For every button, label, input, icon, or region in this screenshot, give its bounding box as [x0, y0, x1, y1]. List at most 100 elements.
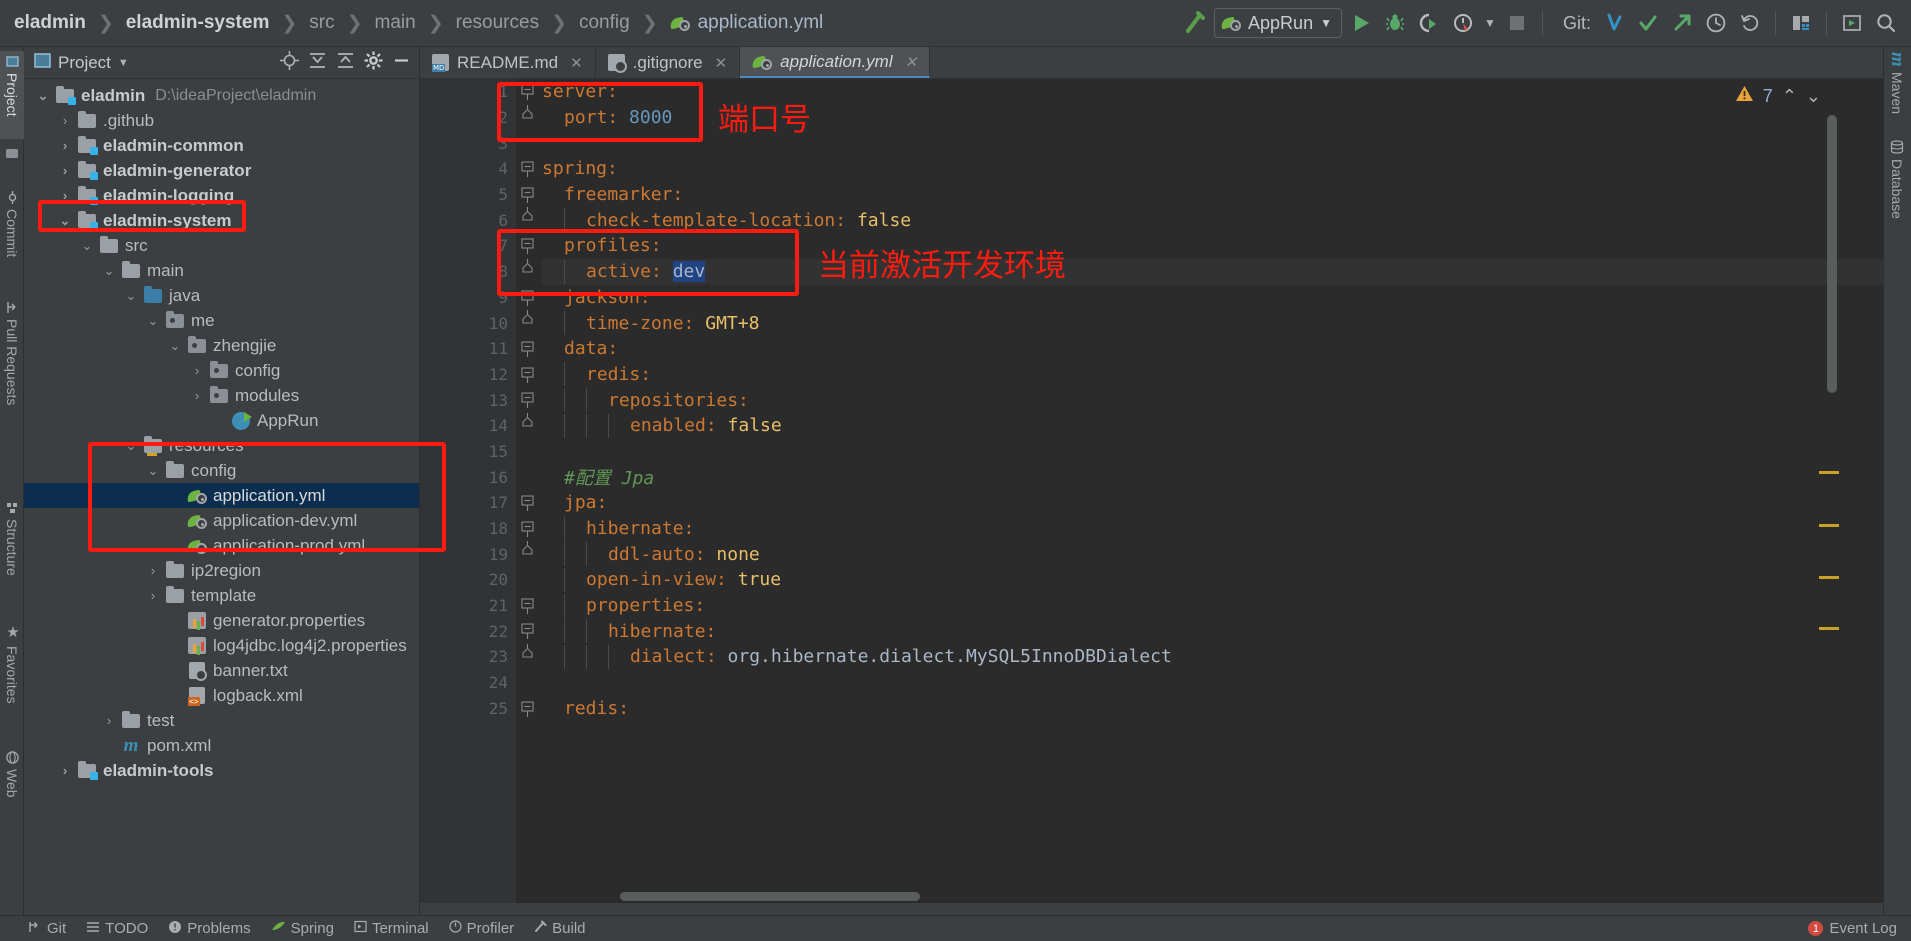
- tree-node-resources[interactable]: ⌄ resources: [24, 433, 419, 458]
- close-icon[interactable]: ✕: [570, 54, 583, 72]
- fold-marker[interactable]: [516, 310, 542, 336]
- warning-marker[interactable]: [1819, 524, 1839, 527]
- fold-marker[interactable]: [516, 79, 542, 105]
- status-terminal[interactable]: Terminal: [354, 920, 429, 937]
- collapse-all-icon[interactable]: [336, 51, 355, 75]
- code-line[interactable]: [542, 670, 1883, 696]
- tree-node-template[interactable]: › template: [24, 583, 419, 608]
- code-line[interactable]: time-zone: GMT+8: [542, 310, 1883, 336]
- fold-marker[interactable]: [516, 644, 542, 670]
- breadcrumb-item-resources[interactable]: resources: [454, 12, 541, 34]
- code-line[interactable]: active: dev: [542, 258, 1883, 285]
- settings-gear-icon[interactable]: [364, 51, 383, 75]
- code-line[interactable]: jackson:: [542, 285, 1883, 311]
- chevron-down-icon[interactable]: ⌄: [120, 438, 142, 454]
- fold-marker[interactable]: [516, 362, 542, 388]
- history-icon[interactable]: [1701, 8, 1731, 38]
- status-build[interactable]: Build: [534, 920, 586, 937]
- chevron-right-icon[interactable]: ›: [54, 163, 76, 178]
- tab-application-yml[interactable]: application.yml ✕: [740, 47, 931, 78]
- chevron-right-icon[interactable]: ›: [186, 363, 208, 378]
- tab-readme-md[interactable]: README.md ✕: [420, 47, 596, 78]
- status-profiler[interactable]: Profiler: [449, 920, 514, 937]
- tree-node-eladmin-common[interactable]: › eladmin-common: [24, 133, 419, 158]
- fold-marker[interactable]: [516, 285, 542, 311]
- fold-marker[interactable]: [516, 336, 542, 362]
- code-line[interactable]: spring:: [542, 156, 1883, 182]
- chevron-down-icon[interactable]: ▼: [1482, 8, 1498, 38]
- code-line[interactable]: dialect: org.hibernate.dialect.MySQL5Inn…: [542, 644, 1883, 670]
- tree-node-config[interactable]: ⌄ config: [24, 458, 419, 483]
- tree-node-logback-xml[interactable]: logback.xml: [24, 683, 419, 708]
- code-line[interactable]: enabled: false: [542, 413, 1883, 439]
- fold-marker[interactable]: [516, 490, 542, 516]
- fold-marker[interactable]: [516, 387, 542, 413]
- code-line[interactable]: freemarker:: [542, 182, 1883, 208]
- chevron-down-icon[interactable]: ⌄: [142, 313, 164, 329]
- fold-marker[interactable]: [516, 696, 542, 722]
- breadcrumb-item-module[interactable]: eladmin-system: [124, 12, 272, 34]
- run-with-coverage-icon[interactable]: [1414, 8, 1444, 38]
- tree-node-log4jdbc-log4j2-properties[interactable]: log4jdbc.log4j2.properties: [24, 633, 419, 658]
- tree-node-eladmin-logging[interactable]: › eladmin-logging: [24, 183, 419, 208]
- breadcrumb-item-project[interactable]: eladmin: [12, 12, 88, 34]
- tree-node-apprun[interactable]: AppRun: [24, 408, 419, 433]
- rollback-icon[interactable]: [1735, 8, 1765, 38]
- sidebar-item-structure[interactable]: Structure: [0, 497, 24, 607]
- sidebar-item-pull-requests[interactable]: Pull Requests: [0, 297, 24, 437]
- chevron-right-icon[interactable]: ›: [142, 563, 164, 578]
- locate-icon[interactable]: [280, 50, 299, 75]
- warning-marker[interactable]: [1819, 471, 1839, 474]
- chevron-down-icon[interactable]: ⌄: [54, 213, 76, 229]
- code-line[interactable]: jpa:: [542, 490, 1883, 516]
- close-icon[interactable]: ✕: [715, 54, 728, 72]
- chevron-down-icon[interactable]: ⌄: [76, 238, 98, 254]
- tree-node-zhengjie[interactable]: ⌄ zhengjie: [24, 333, 419, 358]
- fold-marker[interactable]: [516, 207, 542, 233]
- sidebar-item-commit[interactable]: Commit: [0, 187, 24, 283]
- chevron-right-icon[interactable]: ›: [142, 588, 164, 603]
- minimize-icon[interactable]: [392, 51, 411, 75]
- fold-marker[interactable]: [516, 593, 542, 619]
- status-todo[interactable]: TODO: [86, 920, 148, 938]
- chevron-right-icon[interactable]: ›: [98, 713, 120, 728]
- tree-node-pom-xml[interactable]: m pom.xml: [24, 733, 419, 758]
- warning-marker[interactable]: [1819, 576, 1839, 579]
- code-line[interactable]: data:: [542, 336, 1883, 362]
- debug-icon[interactable]: [1380, 8, 1410, 38]
- code-line[interactable]: repositories:: [542, 387, 1883, 413]
- code-editor[interactable]: 1 2 3 4 5 6 7 8 9 10 11 12 13 14 15 16 17 18 19 20 21 22 23 24 2…: [420, 79, 1883, 941]
- tree-node-eladmin-tools[interactable]: › eladmin-tools: [24, 758, 419, 783]
- sidebar-item-modules[interactable]: [0, 143, 24, 181]
- breadcrumb-item-main[interactable]: main: [373, 12, 418, 34]
- status-spring[interactable]: Spring: [271, 920, 334, 937]
- close-icon[interactable]: ✕: [905, 53, 918, 71]
- horizontal-scrollbar[interactable]: [620, 892, 920, 901]
- chevron-right-icon[interactable]: ›: [54, 113, 76, 128]
- fold-marker[interactable]: [516, 618, 542, 644]
- fold-marker[interactable]: [516, 104, 542, 131]
- code-line[interactable]: #配置 Jpa: [542, 464, 1883, 490]
- git-update-icon[interactable]: [1599, 8, 1629, 38]
- tree-node-me[interactable]: ⌄ me: [24, 308, 419, 333]
- code-line[interactable]: hibernate:: [542, 516, 1883, 542]
- tree-node-application-prod-yml[interactable]: application-prod.yml: [24, 533, 419, 558]
- inspection-widget[interactable]: 7 ⌃ ⌄: [1735, 85, 1821, 108]
- breadcrumb-item-config[interactable]: config: [577, 12, 632, 34]
- profiler-icon[interactable]: [1448, 8, 1478, 38]
- fold-marker[interactable]: [516, 258, 542, 285]
- run-icon[interactable]: [1346, 8, 1376, 38]
- tree-node-application-dev-yml[interactable]: application-dev.yml: [24, 508, 419, 533]
- search-icon[interactable]: [1871, 8, 1901, 38]
- code-line[interactable]: ddl-auto: none: [542, 541, 1883, 567]
- code-line[interactable]: properties:: [542, 593, 1883, 619]
- git-commit-icon[interactable]: [1633, 8, 1663, 38]
- sidebar-item-web[interactable]: Web: [0, 747, 24, 813]
- git-push-icon[interactable]: [1667, 8, 1697, 38]
- sidebar-item-database[interactable]: Database: [1883, 135, 1911, 245]
- chevron-down-icon[interactable]: ▼: [118, 57, 129, 69]
- breadcrumb-item-src[interactable]: src: [307, 12, 336, 34]
- chevron-right-icon[interactable]: ›: [54, 188, 76, 203]
- chevron-down-icon[interactable]: ⌄: [164, 338, 186, 354]
- chevron-down-icon[interactable]: ⌄: [32, 88, 54, 104]
